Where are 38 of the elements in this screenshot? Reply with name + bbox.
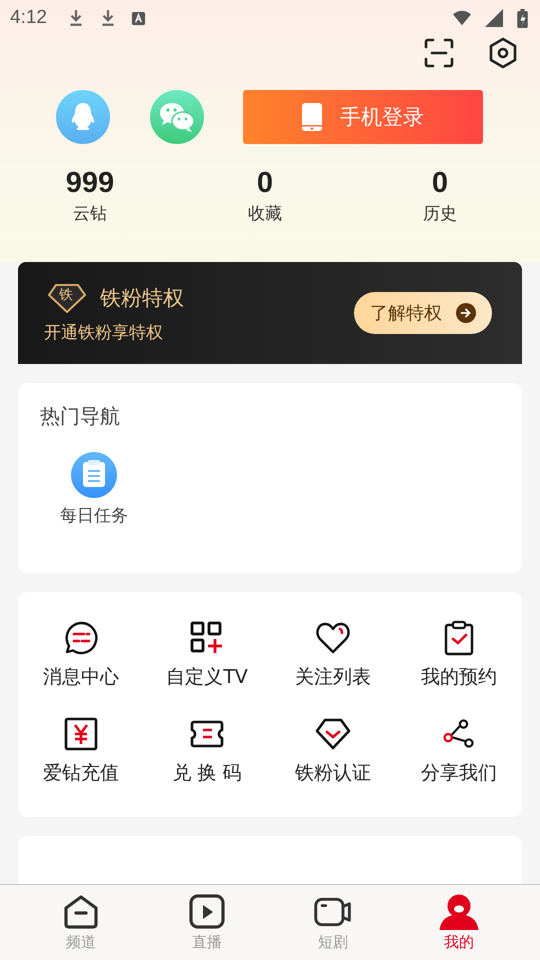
wifi-icon <box>453 9 471 27</box>
service-label[interactable]: 铁粉认证 <box>295 760 371 786</box>
stat-value: 0 <box>432 166 448 200</box>
clipboard-icon[interactable] <box>71 452 117 498</box>
service-label[interactable]: 爱钻充值 <box>43 760 119 786</box>
vip-title: 铁粉特权 <box>100 284 184 312</box>
phone-icon <box>302 103 322 131</box>
battery-icon <box>517 8 528 28</box>
nav-item-label[interactable]: 每日任务 <box>60 504 128 527</box>
stat-label[interactable]: 历史 <box>423 202 457 225</box>
heart-icon[interactable] <box>315 620 351 656</box>
diamond-check-icon[interactable] <box>315 716 351 752</box>
section-title: 热门导航 <box>40 403 121 430</box>
play-icon <box>187 894 227 930</box>
service-label[interactable]: 我的预约 <box>421 664 497 690</box>
service-label[interactable]: 兑 换 码 <box>172 760 242 786</box>
status-time: 4:12 <box>10 7 47 29</box>
badge-text: 铁 <box>59 286 73 304</box>
tab-bar-item[interactable]: 我的 <box>419 885 499 960</box>
keyboard-icon <box>130 10 146 26</box>
signal-icon <box>485 9 503 27</box>
service-label[interactable]: 分享我们 <box>421 760 497 786</box>
grid-plus-icon[interactable] <box>189 620 225 656</box>
chat-bubble-icon[interactable] <box>63 620 99 656</box>
stat-label[interactable]: 收藏 <box>248 202 282 225</box>
diamond-badge-icon <box>48 282 86 312</box>
service-label[interactable]: 关注列表 <box>295 664 371 690</box>
person-icon <box>439 894 479 930</box>
vip-details-button[interactable]: 了解特权 <box>354 292 492 334</box>
vip-subtitle: 开通铁粉享特权 <box>44 322 164 344</box>
settings-icon[interactable] <box>487 37 519 69</box>
yuan-card-icon[interactable] <box>63 716 99 752</box>
stat-value: 0 <box>256 166 274 200</box>
stat-value: 999 <box>66 166 114 200</box>
service-label[interactable]: 自定义TV <box>166 664 248 690</box>
stat-label[interactable]: 云钻 <box>73 202 107 225</box>
scan-icon[interactable] <box>423 37 455 69</box>
service-label[interactable]: 消息中心 <box>43 664 119 690</box>
